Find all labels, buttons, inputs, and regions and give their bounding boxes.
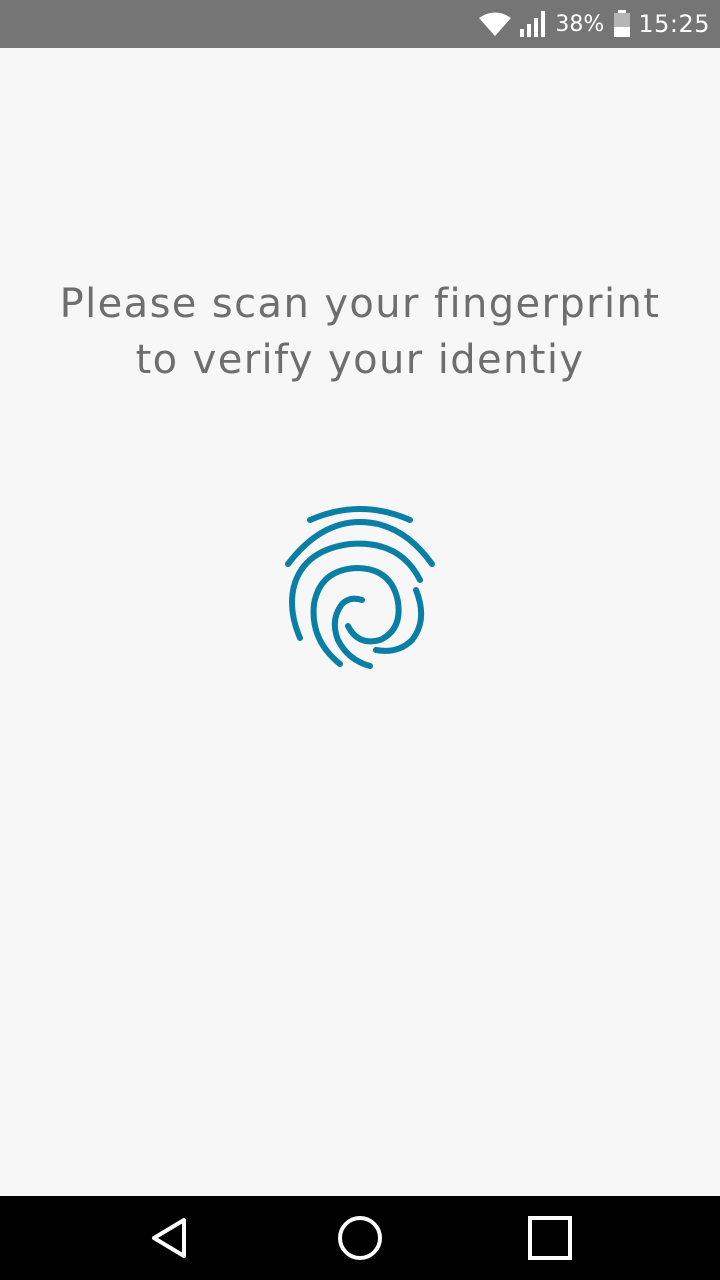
status-bar: 38% 15:25 [0, 0, 720, 48]
instruction-text: Please scan your fingerprint to verify y… [40, 276, 680, 388]
home-icon [338, 1216, 382, 1260]
instruction-line-1: Please scan your fingerprint [59, 281, 661, 327]
navigation-bar [0, 1196, 720, 1280]
clock: 15:25 [638, 10, 710, 38]
battery-icon [612, 9, 632, 39]
status-icons: 38% 15:25 [477, 0, 710, 48]
back-button[interactable] [140, 1208, 200, 1268]
recent-apps-icon [528, 1216, 572, 1260]
recent-apps-button[interactable] [520, 1208, 580, 1268]
home-button[interactable] [330, 1208, 390, 1268]
wifi-icon [477, 9, 513, 39]
instruction-line-2: to verify your identiy [135, 337, 585, 383]
signal-icon [519, 9, 549, 39]
back-icon [152, 1218, 186, 1258]
battery-percent: 38% [555, 11, 605, 37]
fingerprint-screen: 38% 15:25 Please scan your fingerprint t… [0, 0, 720, 1280]
fingerprint-icon[interactable] [280, 500, 440, 680]
